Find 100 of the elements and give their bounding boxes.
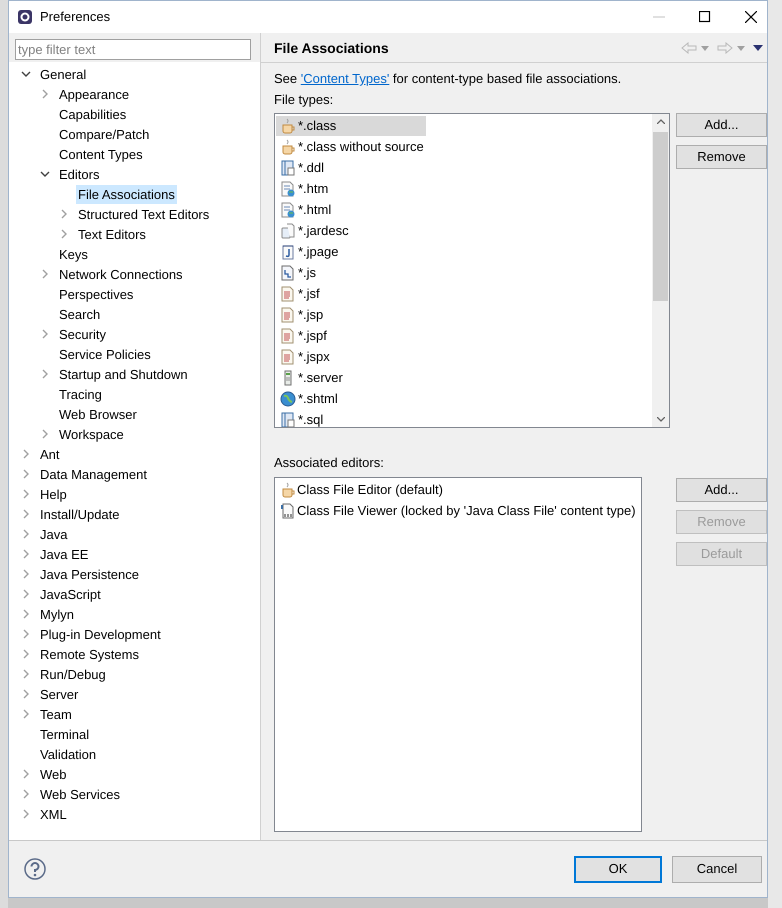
file-type-item[interactable]: *.js (276, 262, 320, 282)
file-type-item[interactable]: *.htm (276, 178, 332, 198)
tree-item[interactable]: Content Types (59, 144, 143, 164)
scroll-down-icon[interactable] (656, 417, 664, 422)
tree-item[interactable]: Data Management (40, 464, 147, 484)
chevron-right-icon[interactable] (21, 789, 31, 799)
chevron-right-icon[interactable] (40, 329, 50, 339)
tree-item[interactable]: Mylyn (40, 604, 74, 624)
tree-item[interactable]: Plug-in Development (40, 624, 161, 644)
content-types-link[interactable]: 'Content Types' (300, 71, 390, 86)
forward-arrow-icon[interactable] (717, 42, 733, 54)
tree-item[interactable]: Capabilities (59, 104, 126, 124)
tree-item[interactable]: Startup and Shutdown (59, 364, 188, 384)
tree-item[interactable]: Service Policies (59, 344, 151, 364)
tree-item[interactable]: Terminal (40, 724, 90, 744)
chevron-right-icon[interactable] (21, 509, 31, 519)
back-arrow-icon[interactable] (681, 42, 697, 54)
tree-item[interactable]: Remote Systems (40, 644, 139, 664)
file-type-item[interactable]: *.shtml (276, 388, 342, 408)
file-type-item[interactable]: *.jspf (276, 326, 331, 346)
chevron-right-icon[interactable] (59, 229, 69, 239)
tree-item[interactable]: Install/Update (40, 504, 120, 524)
tree-item[interactable]: Java (40, 524, 68, 544)
tree-item[interactable]: XML (40, 804, 67, 824)
side-button[interactable]: Remove (676, 145, 767, 169)
file-type-item[interactable]: *.sql (276, 410, 328, 427)
chevron-right-icon[interactable] (21, 629, 31, 639)
file-type-item[interactable]: *.ddl (276, 158, 328, 178)
close-icon[interactable] (745, 11, 757, 23)
file-type-item[interactable]: *.jsp (276, 304, 328, 324)
chevron-right-icon[interactable] (21, 689, 31, 699)
editor-item[interactable]: Class File Editor (default) (280, 479, 641, 500)
dialog-button[interactable]: OK (574, 856, 662, 882)
tree-item[interactable]: Help (40, 484, 67, 504)
tree-item[interactable]: Keys (59, 244, 88, 264)
side-button[interactable]: Add... (676, 113, 767, 137)
chevron-right-icon[interactable] (21, 569, 31, 579)
file-type-item[interactable]: *.server (276, 368, 347, 388)
tree-item[interactable]: Workspace (59, 424, 124, 444)
chevron-right-icon[interactable] (21, 769, 31, 779)
scroll-up-icon[interactable] (656, 119, 664, 124)
filter-field[interactable]: type filter text (15, 39, 251, 60)
tree-item[interactable]: Web Services (40, 784, 120, 804)
file-type-item[interactable]: *.class without source (276, 136, 428, 156)
chevron-right-icon[interactable] (21, 609, 31, 619)
side-button[interactable]: Add... (676, 478, 767, 502)
chevron-right-icon[interactable] (59, 209, 69, 219)
file-type-item[interactable]: *.class (276, 116, 426, 136)
chevron-right-icon[interactable] (21, 709, 31, 719)
dialog-button[interactable]: Cancel (672, 856, 762, 882)
tree-item[interactable]: File Associations (76, 184, 177, 204)
file-type-item[interactable]: *.jsf (276, 284, 324, 304)
tree-item[interactable]: General (40, 64, 86, 84)
dropdown-icon[interactable] (701, 46, 709, 50)
tree-item[interactable]: Web (40, 764, 66, 784)
help-icon[interactable] (24, 858, 46, 880)
file-type-item[interactable]: *.jardesc (276, 220, 353, 240)
chevron-right-icon[interactable] (21, 549, 31, 559)
file-type-item[interactable]: *.html (276, 200, 336, 220)
chevron-right-icon[interactable] (21, 449, 31, 459)
chevron-right-icon[interactable] (21, 469, 31, 479)
tree-item[interactable]: Compare/Patch (59, 124, 150, 144)
tree-item[interactable]: Appearance (59, 84, 130, 104)
tree-item[interactable]: Structured Text Editors (78, 204, 210, 224)
tree-item[interactable]: Network Connections (59, 264, 183, 284)
chevron-right-icon[interactable] (21, 589, 31, 599)
chevron-down-icon[interactable] (40, 169, 50, 179)
chevron-right-icon[interactable] (40, 429, 50, 439)
menu-icon[interactable] (753, 45, 763, 51)
tree-item[interactable]: Security (59, 324, 106, 344)
tree-item[interactable]: Validation (40, 744, 96, 764)
tree-item[interactable]: Perspectives (59, 284, 134, 304)
tree-item[interactable]: Tracing (59, 384, 102, 404)
chevron-right-icon[interactable] (40, 269, 50, 279)
chevron-right-icon[interactable] (21, 669, 31, 679)
tree-item[interactable]: Server (40, 684, 78, 704)
chevron-right-icon[interactable] (21, 529, 31, 539)
file-type-item[interactable]: *.jpage (276, 242, 342, 262)
tree-item[interactable]: Ant (40, 444, 60, 464)
tree-item[interactable]: Text Editors (78, 224, 146, 244)
tree-item[interactable]: Run/Debug (40, 664, 106, 684)
tree-item[interactable]: Search (59, 304, 100, 324)
chevron-right-icon[interactable] (40, 89, 50, 99)
tree-item[interactable]: JavaScript (40, 584, 101, 604)
tree-item[interactable]: Java EE (40, 544, 88, 564)
tree-item[interactable]: Editors (59, 164, 100, 184)
chevron-right-icon[interactable] (21, 649, 31, 659)
tree-item[interactable]: Team (40, 704, 72, 724)
dropdown-icon[interactable] (737, 46, 745, 50)
maximize-icon[interactable] (699, 11, 711, 23)
editor-item[interactable]: Class File Viewer (locked by 'Java Class File' content type) (280, 500, 641, 521)
file-type-item[interactable]: *.jspx (276, 346, 334, 366)
chevron-right-icon[interactable] (21, 489, 31, 499)
chevron-right-icon[interactable] (40, 369, 50, 379)
scroll-thumb[interactable] (653, 132, 668, 301)
tree-item[interactable]: Web Browser (59, 404, 137, 424)
tree-item[interactable]: Java Persistence (40, 564, 139, 584)
chevron-down-icon[interactable] (21, 69, 31, 79)
scrollbar[interactable] (652, 114, 669, 427)
chevron-right-icon[interactable] (21, 809, 31, 819)
